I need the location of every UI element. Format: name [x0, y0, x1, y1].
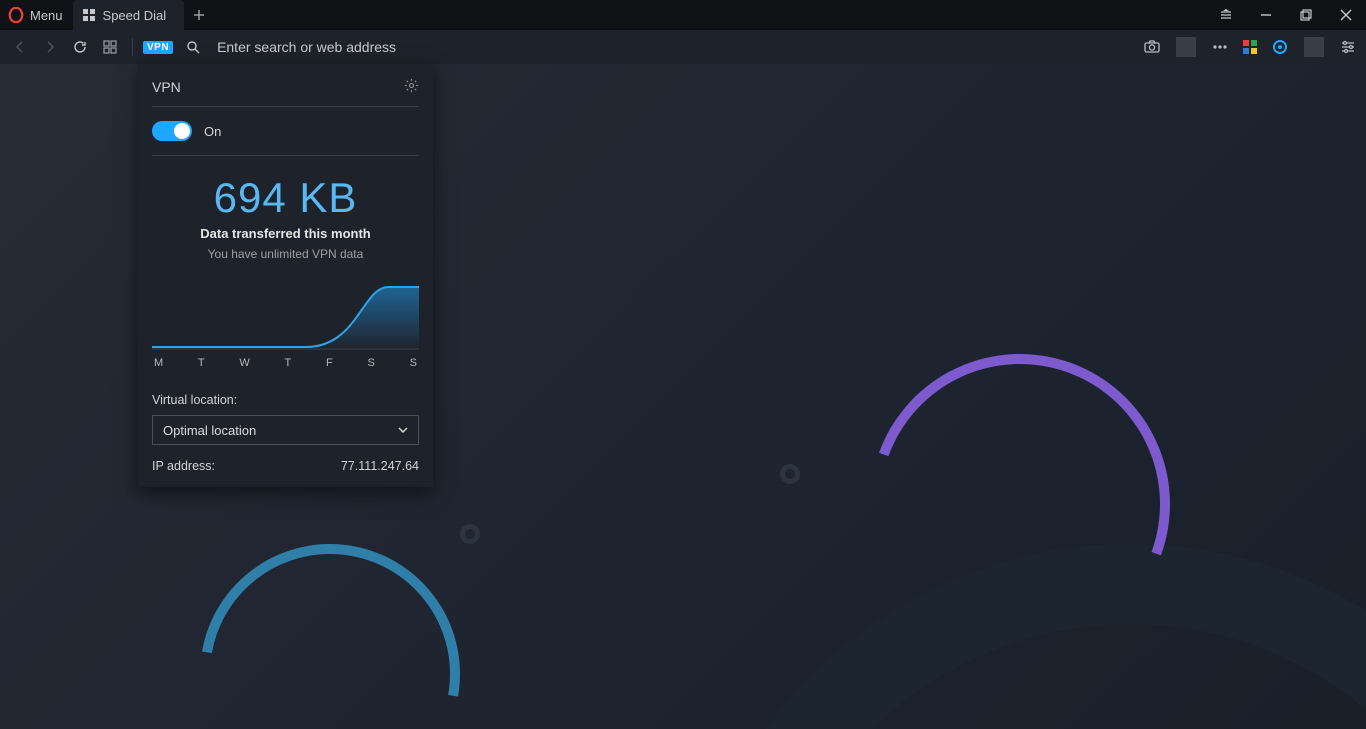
reload-button[interactable]: [68, 35, 92, 59]
opera-logo-icon: [8, 7, 24, 23]
vpn-title: VPN: [152, 79, 181, 95]
tab-speed-dial[interactable]: Speed Dial: [73, 0, 185, 30]
toolbar: VPN Enter search or web address: [0, 30, 1366, 64]
day-label: S: [410, 357, 417, 369]
back-button[interactable]: [8, 35, 32, 59]
divider: [152, 106, 419, 107]
speed-dial-icon: [83, 9, 95, 21]
extensions-menu-icon[interactable]: [1210, 37, 1230, 57]
day-label: T: [285, 357, 292, 369]
new-tab-button[interactable]: [184, 0, 214, 30]
virtual-location-label: Virtual location:: [152, 393, 419, 407]
ip-label: IP address:: [152, 459, 215, 473]
day-label: M: [154, 357, 163, 369]
separator: [132, 38, 133, 56]
day-label: W: [239, 357, 249, 369]
minimize-button[interactable]: [1246, 0, 1286, 30]
address-bar[interactable]: Enter search or web address: [217, 39, 1136, 55]
bg-dot: [460, 524, 480, 544]
easy-setup-icon[interactable]: [1206, 0, 1246, 30]
vpn-data-label: Data transferred this month: [152, 226, 419, 241]
vpn-badge[interactable]: VPN: [143, 41, 173, 54]
vpn-day-axis: M T W T F S S: [152, 357, 419, 369]
close-button[interactable]: [1326, 0, 1366, 30]
ip-value: 77.111.247.64: [341, 459, 419, 473]
start-page-button[interactable]: [98, 35, 122, 59]
chevron-down-icon: [398, 423, 408, 438]
vpn-toggle[interactable]: [152, 121, 192, 141]
virtual-location-select[interactable]: Optimal location: [152, 415, 419, 445]
vpn-stats: 694 KB Data transferred this month You h…: [152, 174, 419, 261]
forward-button[interactable]: [38, 35, 62, 59]
toolbar-right: [1142, 37, 1358, 57]
search-icon: [181, 35, 205, 59]
vpn-sparkline: [152, 281, 419, 351]
vpn-data-value: 694 KB: [152, 174, 419, 222]
day-label: S: [368, 357, 375, 369]
bg-dot: [780, 464, 800, 484]
vpn-toggle-label: On: [204, 124, 221, 139]
menu-button[interactable]: Menu: [30, 8, 63, 23]
day-label: T: [198, 357, 205, 369]
extension-color-icon[interactable]: [1240, 37, 1260, 57]
separator: [1176, 37, 1196, 57]
day-label: F: [326, 357, 333, 369]
separator: [1304, 37, 1324, 57]
vpn-data-note: You have unlimited VPN data: [152, 247, 419, 261]
bg-arc-blue: [149, 493, 511, 729]
extension-circle-icon[interactable]: [1270, 37, 1290, 57]
titlebar: Menu Speed Dial: [0, 0, 1366, 30]
maximize-button[interactable]: [1286, 0, 1326, 30]
gear-icon[interactable]: [404, 78, 419, 96]
vpn-panel: VPN On 694 KB Data transferred this mont…: [138, 64, 433, 487]
virtual-location-value: Optimal location: [163, 423, 256, 438]
divider: [152, 155, 419, 156]
easy-setup-button[interactable]: [1338, 37, 1358, 57]
tab-label: Speed Dial: [103, 8, 167, 23]
snapshot-icon[interactable]: [1142, 37, 1162, 57]
